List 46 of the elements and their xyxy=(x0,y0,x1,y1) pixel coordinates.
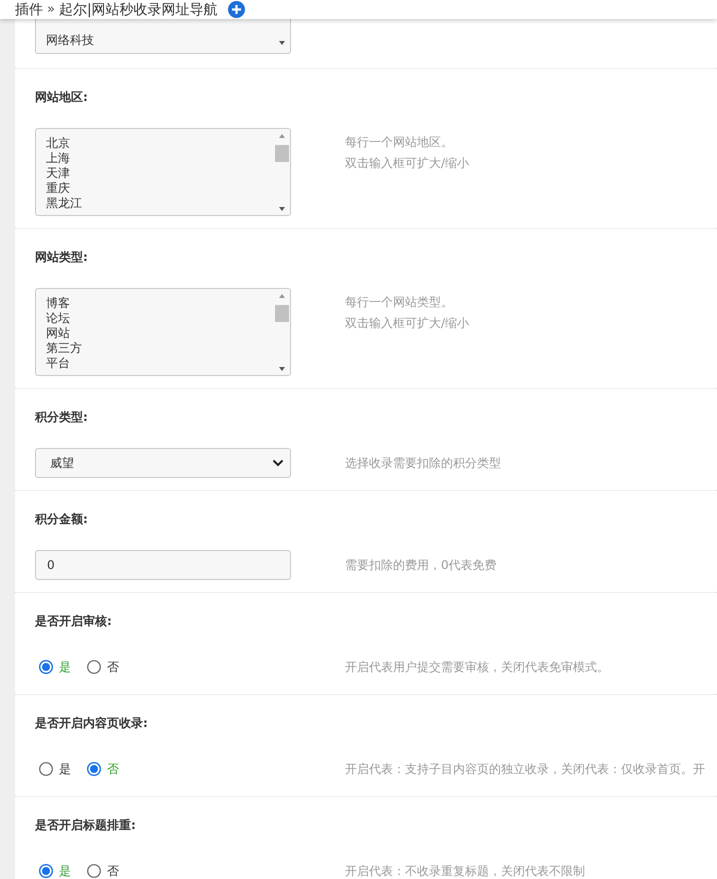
textarea-field[interactable]: 博客 论坛 网站 第三方 平台 xyxy=(35,288,291,376)
radio-button[interactable] xyxy=(39,660,53,674)
hint-text: 每行一个网站类型。 xyxy=(345,294,453,311)
list-line: 上海 xyxy=(46,151,70,166)
hint-text: 选择收录需要扣除的积分类型 xyxy=(345,454,501,472)
radio-button[interactable] xyxy=(39,762,53,776)
setting-label: 是否开启审核: xyxy=(35,613,113,630)
list-line: 平台 xyxy=(46,356,70,371)
radio-button[interactable] xyxy=(87,864,101,878)
hint-text: 开启代表用户提交需要审核，关闭代表免审模式。 xyxy=(345,658,609,676)
hint-text: 开启代表：支持子目内容页的独立收录，关闭代表：仅收录首页。开 xyxy=(345,760,705,778)
hint-text: 双击输入框可扩大/缩小 xyxy=(345,315,470,332)
select-dropdown[interactable]: 威望 xyxy=(35,448,291,478)
breadcrumb-link[interactable]: 插件 xyxy=(15,0,43,18)
radio-button[interactable] xyxy=(39,864,53,878)
list-line: 第三方 xyxy=(46,341,82,356)
textarea-field[interactable]: 网络科技 xyxy=(35,19,291,54)
hint-text: 需要扣除的费用，0代表免费 xyxy=(345,556,497,574)
radio-button[interactable] xyxy=(87,660,101,674)
list-line: 论坛 xyxy=(46,311,70,326)
breadcrumb-link[interactable]: 起尔|网站秒收录网址导航 xyxy=(58,0,218,18)
list-line: 网站 xyxy=(46,326,70,341)
setting-label: 网站类型: xyxy=(35,249,89,266)
setting-label: 网站地区: xyxy=(35,89,89,106)
hint-text: 每行一个网站地区。 xyxy=(345,134,453,151)
textarea-field[interactable]: 北京 上海 天津 重庆 黑龙江 xyxy=(35,128,291,216)
input-field[interactable]: 0 xyxy=(35,550,291,580)
chevron-down-icon xyxy=(272,459,284,467)
setting-label: 是否开启内容页收录: xyxy=(35,715,149,732)
setting-label: 积分金额: xyxy=(35,511,89,528)
list-line: 北京 xyxy=(46,136,70,151)
radio-label[interactable]: 是 xyxy=(59,760,71,778)
list-line: 博客 xyxy=(46,296,70,311)
radio-button[interactable] xyxy=(87,762,101,776)
list-line: 黑龙江 xyxy=(46,196,82,211)
setting-label: 是否开启标题排重: xyxy=(35,817,137,834)
hint-text: 双击输入框可扩大/缩小 xyxy=(345,155,470,172)
radio-label[interactable]: 否 xyxy=(107,658,119,676)
list-line: 网络科技 xyxy=(46,33,94,48)
breadcrumb-separator: » xyxy=(47,2,55,17)
hint-text: 开启代表：不收录重复标题，关闭代表不限制 xyxy=(345,862,585,879)
list-line: 天津 xyxy=(46,166,70,181)
setting-label: 积分类型: xyxy=(35,409,89,426)
add-icon[interactable] xyxy=(228,1,245,18)
radio-label[interactable]: 否 xyxy=(107,862,119,879)
list-line: 重庆 xyxy=(46,181,70,196)
